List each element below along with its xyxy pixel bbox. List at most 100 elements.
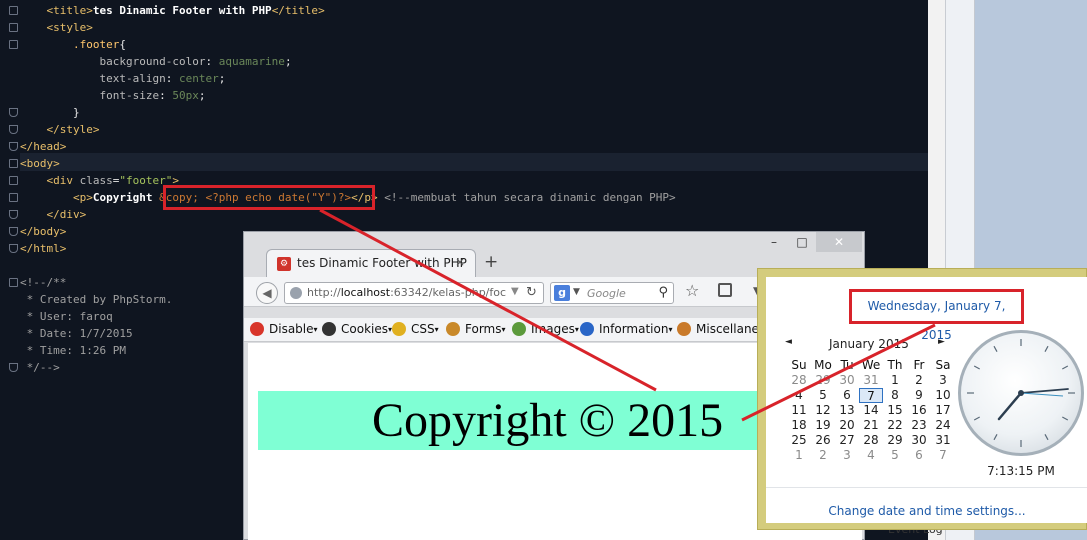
- fold-marker-icon[interactable]: [9, 278, 18, 287]
- calendar-day[interactable]: 7: [931, 448, 955, 463]
- fold-marker-icon[interactable]: [9, 125, 18, 134]
- calendar-day[interactable]: 22: [883, 418, 907, 433]
- calendar-day[interactable]: 4: [859, 448, 883, 463]
- calendar-day[interactable]: 21: [859, 418, 883, 433]
- calendar-day[interactable]: 8: [883, 388, 907, 403]
- calendar-day[interactable]: 6: [835, 388, 859, 403]
- calendar-day[interactable]: 15: [883, 403, 907, 418]
- fold-marker-icon[interactable]: [9, 363, 18, 372]
- calendar-month-label[interactable]: January 2015: [829, 337, 909, 351]
- devbar-item-information[interactable]: Information▾: [580, 322, 672, 336]
- calendar-day[interactable]: 29: [811, 373, 835, 388]
- calendar-day[interactable]: 2: [811, 448, 835, 463]
- next-month-icon[interactable]: ►: [938, 337, 945, 347]
- calendar-day[interactable]: 25: [787, 433, 811, 448]
- calendar-day[interactable]: 3: [931, 373, 955, 388]
- minimize-button[interactable]: –: [768, 232, 780, 252]
- fold-marker-icon[interactable]: [9, 23, 18, 32]
- calendar-day[interactable]: 3: [835, 448, 859, 463]
- calendar-day[interactable]: 5: [811, 388, 835, 403]
- fold-marker-icon[interactable]: [9, 6, 18, 15]
- calendar-day[interactable]: 11: [787, 403, 811, 418]
- code-line[interactable]: <body>: [20, 155, 60, 172]
- search-engine-dropdown-icon[interactable]: ▼: [573, 287, 580, 297]
- code-line[interactable]: text-align: center;: [20, 70, 225, 87]
- fold-marker-icon[interactable]: [9, 142, 18, 151]
- reload-icon[interactable]: ↻: [526, 285, 537, 300]
- calendar-day[interactable]: 31: [859, 373, 883, 388]
- calendar-day[interactable]: 24: [931, 418, 955, 433]
- previous-month-icon[interactable]: ◄: [785, 337, 792, 347]
- calendar-day[interactable]: 19: [811, 418, 835, 433]
- calendar-day[interactable]: 13: [835, 403, 859, 418]
- calendar-day[interactable]: 16: [907, 403, 931, 418]
- calendar-day[interactable]: 18: [787, 418, 811, 433]
- calendar-day[interactable]: 26: [811, 433, 835, 448]
- code-line[interactable]: * User: faroq: [20, 308, 113, 325]
- url-bar[interactable]: http://localhost:63342/kelas-php/foc ▼ ↻: [284, 282, 544, 304]
- devbar-item-images[interactable]: Images▾: [512, 322, 579, 336]
- fold-marker-icon[interactable]: [9, 176, 18, 185]
- code-line[interactable]: * Date: 1/7/2015: [20, 325, 133, 342]
- tab-close-icon[interactable]: ×: [455, 255, 465, 269]
- calendar-day[interactable]: 2: [907, 373, 931, 388]
- calendar-day[interactable]: 9: [907, 388, 931, 403]
- code-line[interactable]: </div>: [20, 206, 87, 223]
- calendar-day[interactable]: 6: [907, 448, 931, 463]
- calendar-day[interactable]: 17: [931, 403, 955, 418]
- fold-marker-icon[interactable]: [9, 108, 18, 117]
- url-dropdown-icon[interactable]: ▼: [511, 286, 519, 297]
- code-line[interactable]: <title>tes Dinamic Footer with PHP</titl…: [20, 2, 325, 19]
- code-line[interactable]: </head>: [20, 138, 66, 155]
- fold-marker-icon[interactable]: [9, 227, 18, 236]
- calendar-day[interactable]: 1: [787, 448, 811, 463]
- bookmark-star-icon[interactable]: ☆: [685, 281, 699, 300]
- change-date-time-settings-link[interactable]: Change date and time settings...: [766, 504, 1087, 518]
- calendar-day[interactable]: 5: [883, 448, 907, 463]
- fold-marker-icon[interactable]: [9, 210, 18, 219]
- calendar-day[interactable]: 30: [907, 433, 931, 448]
- code-line[interactable]: font-size: 50px;: [20, 87, 205, 104]
- code-line[interactable]: * Created by PhpStorm.: [20, 291, 173, 308]
- devbar-item-css[interactable]: CSS▾: [392, 322, 439, 336]
- close-window-button[interactable]: ✕: [816, 232, 862, 252]
- clipboard-icon[interactable]: [718, 283, 732, 297]
- fold-marker-icon[interactable]: [9, 159, 18, 168]
- calendar-day-today[interactable]: 7: [859, 388, 883, 403]
- code-line[interactable]: <div class="footer">: [20, 172, 179, 189]
- fold-marker-icon[interactable]: [9, 40, 18, 49]
- code-line[interactable]: <style>: [20, 19, 93, 36]
- back-arrow-icon[interactable]: ◀: [256, 282, 278, 304]
- devbar-item-forms[interactable]: Forms▾: [446, 322, 506, 336]
- code-line[interactable]: }: [20, 104, 80, 121]
- calendar-day[interactable]: 28: [859, 433, 883, 448]
- calendar-day[interactable]: 4: [787, 388, 811, 403]
- calendar-day[interactable]: 20: [835, 418, 859, 433]
- calendar-day[interactable]: 28: [787, 373, 811, 388]
- calendar-day[interactable]: 27: [835, 433, 859, 448]
- maximize-button[interactable]: □: [794, 232, 810, 252]
- calendar-day[interactable]: 30: [835, 373, 859, 388]
- calendar-day[interactable]: 14: [859, 403, 883, 418]
- code-line[interactable]: <!--/**: [20, 274, 66, 291]
- code-line[interactable]: .footer{: [20, 36, 126, 53]
- new-tab-button[interactable]: +: [484, 252, 498, 272]
- code-line[interactable]: */-->: [20, 359, 60, 376]
- code-line[interactable]: background-color: aquamarine;: [20, 53, 291, 70]
- devbar-item-disable[interactable]: Disable▾: [250, 322, 318, 336]
- calendar-day[interactable]: 12: [811, 403, 835, 418]
- devbar-item-cookies[interactable]: Cookies▾: [322, 322, 392, 336]
- calendar-day[interactable]: 29: [883, 433, 907, 448]
- code-line[interactable]: * Time: 1:26 PM: [20, 342, 126, 359]
- browser-tab[interactable]: ⚙ tes Dinamic Footer with PHP ×: [266, 249, 476, 277]
- code-line[interactable]: </style>: [20, 121, 100, 138]
- code-line[interactable]: </body>: [20, 223, 66, 240]
- fold-marker-icon[interactable]: [9, 244, 18, 253]
- calendar-day[interactable]: 1: [883, 373, 907, 388]
- code-line[interactable]: </html>: [20, 240, 66, 257]
- search-bar[interactable]: g ▼ Google ⚲: [550, 282, 674, 304]
- fold-marker-icon[interactable]: [9, 193, 18, 202]
- calendar-day[interactable]: 10: [931, 388, 955, 403]
- search-icon[interactable]: ⚲: [658, 285, 668, 300]
- calendar-day[interactable]: 31: [931, 433, 955, 448]
